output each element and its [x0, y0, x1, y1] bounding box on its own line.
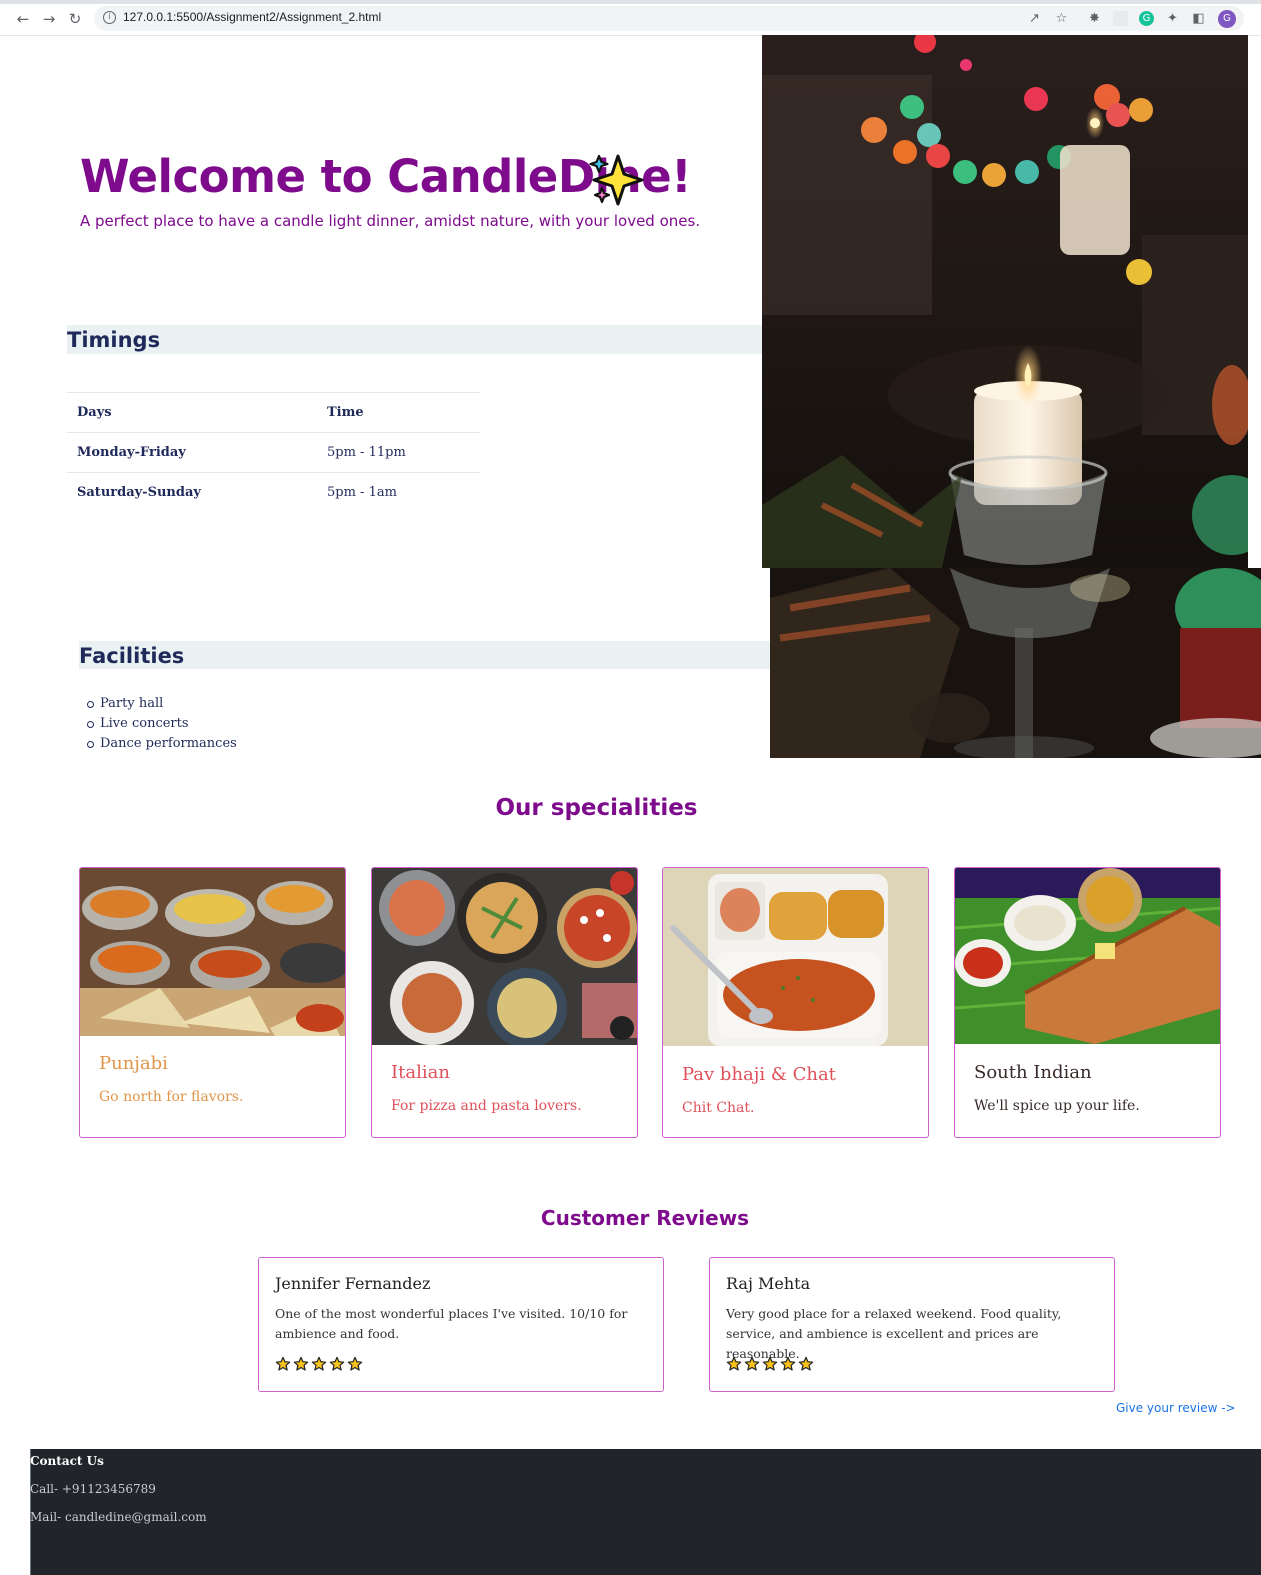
card-description: Chit Chat. [682, 1100, 755, 1116]
contact-email[interactable]: Mail- candledine@gmail.com [30, 1510, 207, 1524]
bug-icon[interactable]: ✸ [1087, 11, 1102, 26]
star-icon [744, 1356, 760, 1376]
pav-bhaji-image [663, 868, 928, 1046]
sidebar-icon[interactable]: ◧ [1191, 11, 1206, 26]
card-title: Italian [391, 1062, 450, 1083]
day-cell: Monday-Friday [67, 432, 317, 473]
card-title: Punjabi [99, 1053, 168, 1074]
puzzle-icon[interactable]: ✦ [1165, 11, 1180, 26]
footer: Contact Us Call- +91123456789 Mail- cand… [22, 1449, 1261, 1575]
facilities-list: Party hall Live concerts Dance performan… [87, 694, 237, 758]
reviews-heading: Customer Reviews [540, 1206, 750, 1230]
star-icon [329, 1356, 345, 1376]
review-text: One of the most wonderful places I've vi… [275, 1306, 628, 1341]
info-icon[interactable]: i [103, 11, 116, 24]
reviewer-name: Jennifer Fernandez [275, 1274, 431, 1293]
timings-table: Days Time Monday-Friday 5pm - 11pm Satur… [67, 392, 480, 513]
speciality-card-south-indian[interactable]: South Indian We'll spice up your life. [954, 867, 1221, 1138]
candle-photo-bottom [770, 568, 1261, 758]
star-icon [780, 1356, 796, 1376]
candle-photo [762, 35, 1248, 568]
punjabi-food-image [80, 868, 345, 1036]
timings-heading: Timings [67, 325, 762, 354]
profile-avatar[interactable]: G [1218, 10, 1236, 28]
italian-food-image [372, 868, 637, 1045]
card-title: Pav bhaji & Chat [682, 1064, 836, 1085]
star-icon [798, 1356, 814, 1376]
grammarly-icon[interactable]: G [1139, 11, 1154, 26]
card-description: Go north for flavors. [99, 1089, 244, 1105]
star-icon [311, 1356, 327, 1376]
give-review-link[interactable]: Give your review -> [1116, 1401, 1236, 1415]
contact-heading: Contact Us [30, 1454, 104, 1468]
share-icon[interactable]: ↗ [1027, 11, 1042, 26]
table-row: Monday-Friday 5pm - 11pm [67, 432, 480, 473]
table-row: Saturday-Sunday 5pm - 1am [67, 472, 480, 513]
url-text[interactable]: 127.0.0.1:5500/Assignment2/Assignment_2.… [123, 10, 381, 24]
browser-toolbar: ← → ↻ i 127.0.0.1:5500/Assignment2/Assig… [0, 0, 1261, 36]
reload-icon[interactable]: ↻ [66, 10, 84, 28]
star-icon [293, 1356, 309, 1376]
time-cell: 5pm - 1am [317, 472, 480, 513]
speciality-card-italian[interactable]: Italian For pizza and pasta lovers. [371, 867, 638, 1138]
star-icon [726, 1356, 742, 1376]
sparkles-icon [589, 154, 644, 206]
card-description: We'll spice up your life. [974, 1098, 1140, 1114]
star-icon [275, 1356, 291, 1376]
address-bar[interactable]: i 127.0.0.1:5500/Assignment2/Assignment_… [94, 6, 1244, 31]
tab-strip [0, 0, 1261, 4]
star-icon [762, 1356, 778, 1376]
review-card: Jennifer Fernandez One of the most wonde… [258, 1257, 664, 1392]
south-indian-food-image [955, 868, 1220, 1044]
facilities-heading: Facilities [79, 641, 770, 669]
star-rating [275, 1356, 363, 1376]
card-description: For pizza and pasta lovers. [391, 1098, 582, 1114]
reviewer-name: Raj Mehta [726, 1274, 811, 1293]
review-text: Very good place for a relaxed weekend. F… [726, 1306, 1062, 1361]
column-header: Days [67, 392, 317, 433]
list-item: Live concerts [87, 714, 237, 734]
forward-icon[interactable]: → [40, 10, 58, 28]
list-item: Party hall [87, 694, 237, 714]
day-cell: Saturday-Sunday [67, 472, 317, 513]
star-icon[interactable]: ☆ [1054, 11, 1069, 26]
column-header: Time [317, 392, 480, 433]
card-title: South Indian [974, 1062, 1092, 1083]
table-header-row: Days Time [67, 392, 480, 433]
extension-icon[interactable] [1113, 11, 1128, 26]
back-icon[interactable]: ← [14, 10, 32, 28]
speciality-card-pav-bhaji[interactable]: Pav bhaji & Chat Chit Chat. [662, 867, 929, 1138]
hero-subtitle: A perfect place to have a candle light d… [80, 212, 701, 230]
list-item: Dance performances [87, 734, 237, 754]
review-card: Raj Mehta Very good place for a relaxed … [709, 1257, 1115, 1392]
specialities-heading: Our specialities [495, 795, 698, 821]
list-item [87, 754, 237, 758]
time-cell: 5pm - 11pm [317, 432, 480, 473]
speciality-card-punjabi[interactable]: Punjabi Go north for flavors. [79, 867, 346, 1138]
contact-phone[interactable]: Call- +91123456789 [30, 1482, 156, 1496]
star-icon [347, 1356, 363, 1376]
star-rating [726, 1356, 814, 1376]
